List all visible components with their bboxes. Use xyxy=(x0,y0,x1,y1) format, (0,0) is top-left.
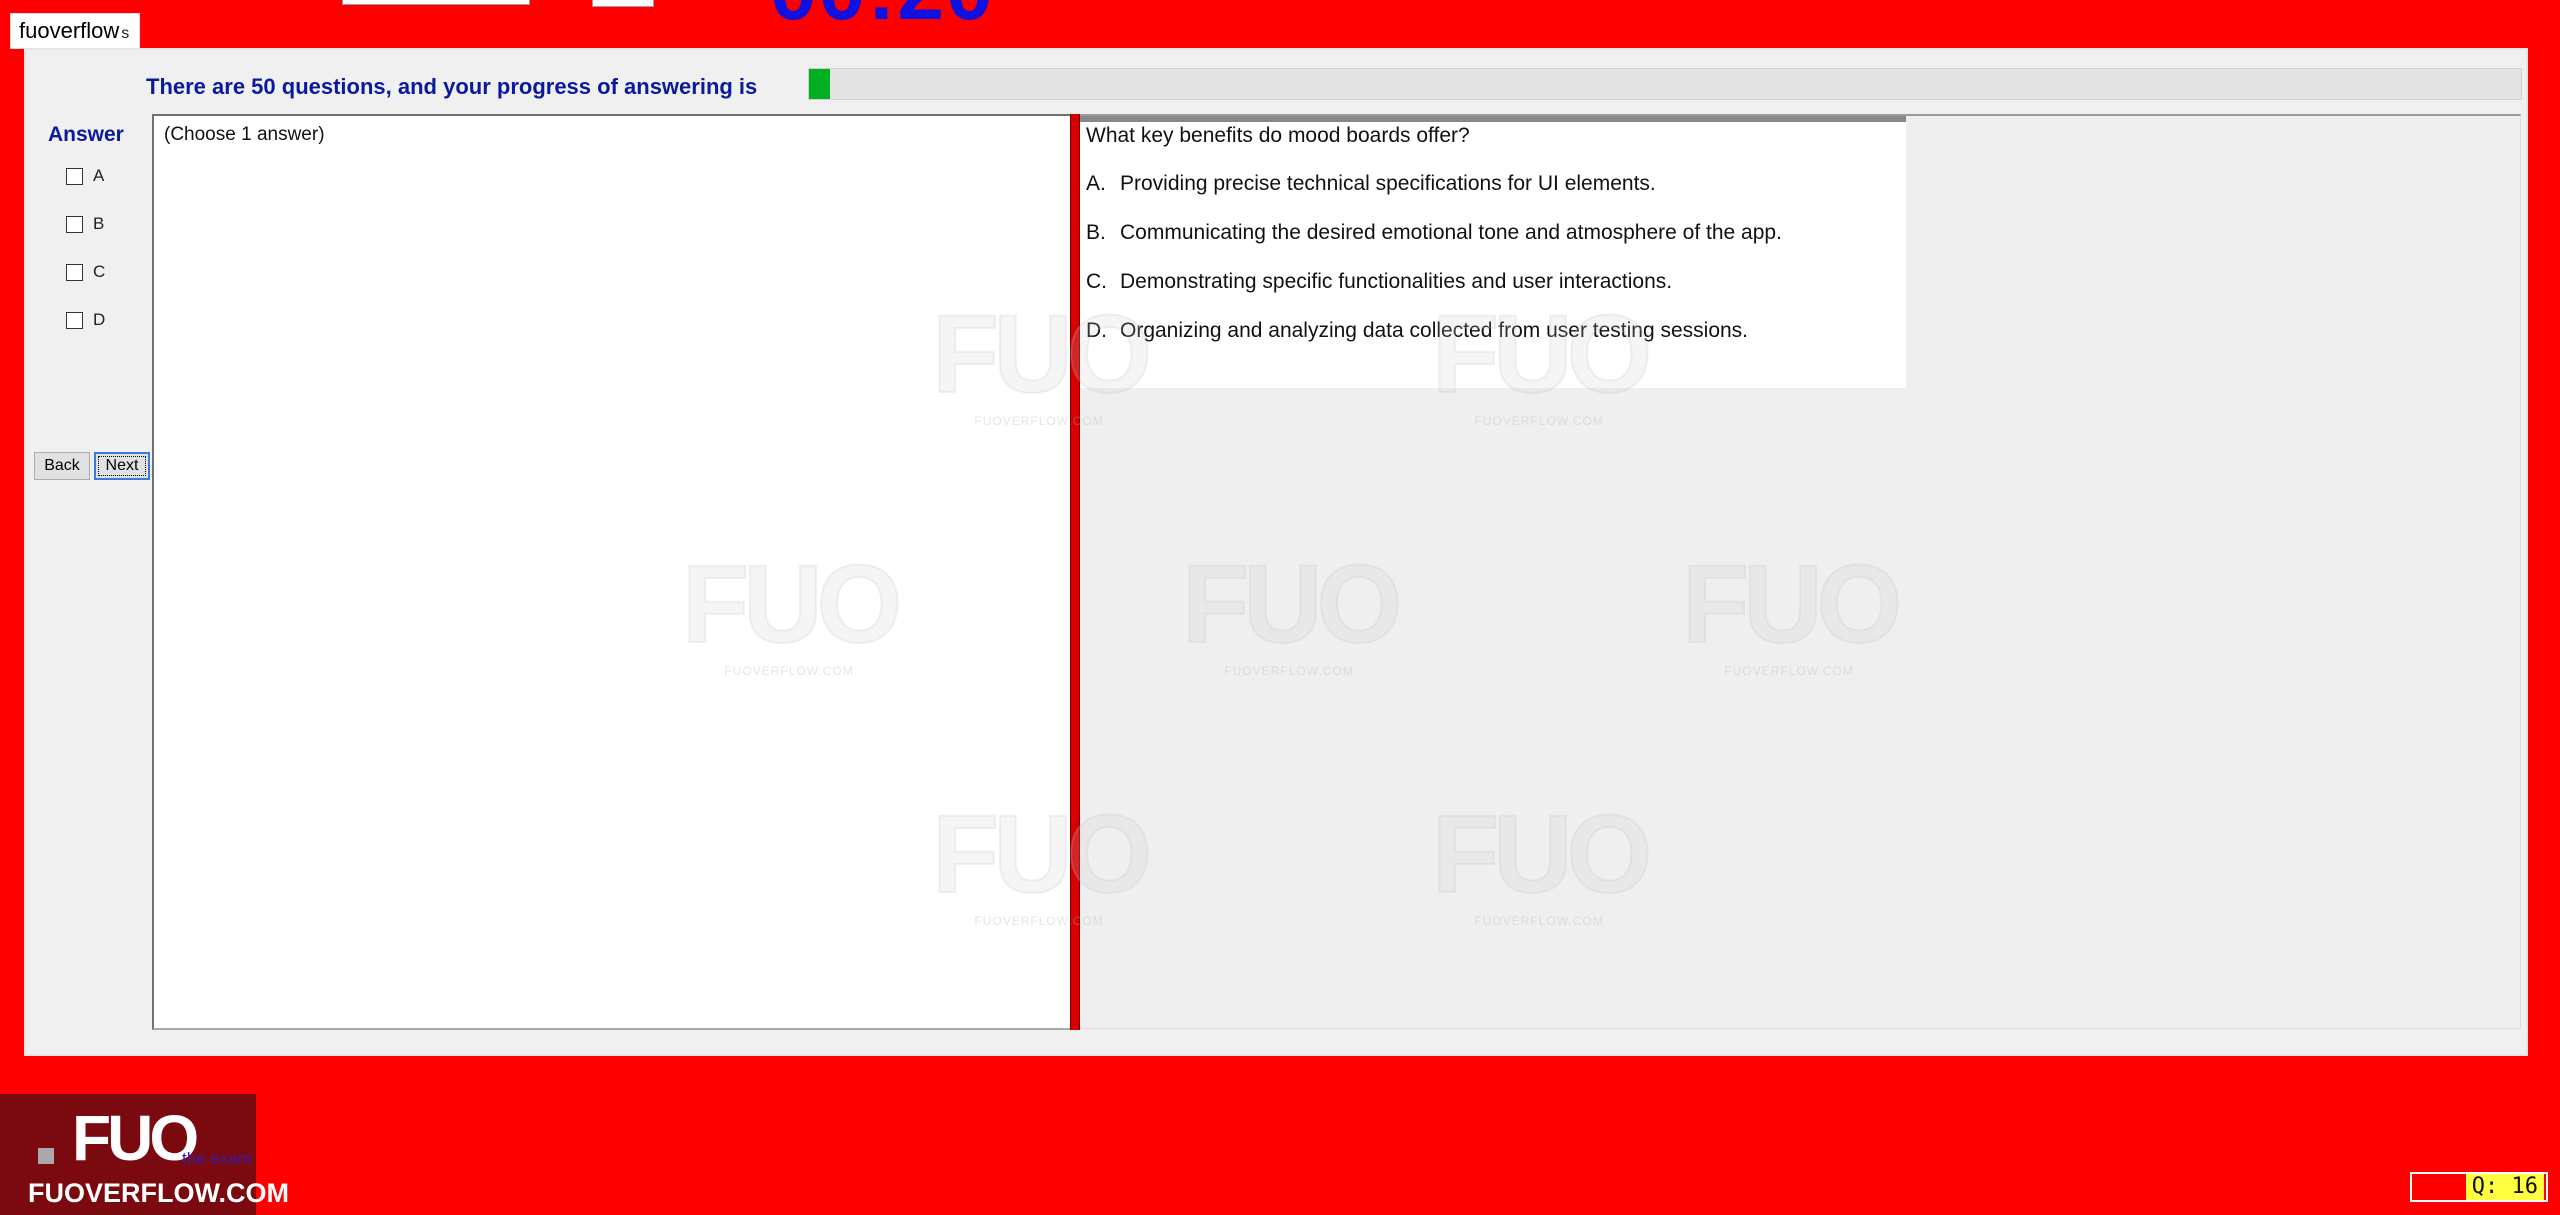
answer-hint: (Choose 1 answer) xyxy=(164,124,325,145)
answer-text-box[interactable]: (Choose 1 answer) xyxy=(152,114,1076,1030)
next-button[interactable]: Next xyxy=(94,452,150,480)
choice-text-b: Communicating the desired emotional tone… xyxy=(1120,221,1782,244)
exam-panel: There are 50 questions, and your progres… xyxy=(24,48,2528,1056)
question-card: What key benefits do mood boards offer? … xyxy=(1080,116,1906,388)
answer-option-a[interactable]: A xyxy=(66,166,104,186)
answer-option-d-label: D xyxy=(93,310,106,329)
logo-text: FUOVERFLOW.COM xyxy=(28,1178,289,1208)
question-text: What key benefits do mood boards offer? xyxy=(1086,124,1470,147)
question-choice-c: C. Demonstrating specific functionalities… xyxy=(1086,270,1672,294)
checkbox-c[interactable] xyxy=(66,263,83,281)
choice-letter-d: D. xyxy=(1086,319,1107,342)
progress-label: There are 50 questions, and your progres… xyxy=(146,74,758,99)
progress-bar-fill xyxy=(809,69,830,99)
question-choice-b: B. Communicating the desired emotional to… xyxy=(1086,221,1782,245)
answer-option-b[interactable]: B xyxy=(66,214,104,234)
answer-option-b-label: B xyxy=(93,214,105,233)
question-counter: Q: 16 xyxy=(2410,1172,2548,1202)
answer-option-c[interactable]: C xyxy=(66,262,105,282)
checkbox-a[interactable] xyxy=(66,167,83,185)
choice-text-c: Demonstrating specific functionalities a… xyxy=(1120,270,1673,293)
finish-checkbox-icon[interactable] xyxy=(38,1148,54,1164)
question-area: What key benefits do mood boards offer? … xyxy=(1080,114,2521,1029)
choice-text-a: Providing precise technical specificatio… xyxy=(1120,172,1656,195)
choice-letter-c: C. xyxy=(1086,270,1107,293)
choice-letter-a: A. xyxy=(1086,172,1106,195)
panel-splitter[interactable] xyxy=(1070,114,1080,1030)
site-tag-label: fuoverflow xyxy=(19,18,120,43)
top-input-field[interactable] xyxy=(342,0,530,5)
logo-mark: FUO xyxy=(72,1102,199,1174)
top-small-field[interactable] xyxy=(592,0,654,7)
answer-option-c-label: C xyxy=(93,262,106,281)
question-choice-a: A. Providing precise technical specificat… xyxy=(1086,172,1656,196)
choice-letter-b: B. xyxy=(1086,221,1106,244)
question-choice-d: D. Organizing and analyzing data collecte… xyxy=(1086,319,1748,343)
site-tag: fuoverflow s xyxy=(10,13,141,49)
countdown-timer: 00:20 xyxy=(770,0,995,39)
finish-exam-link[interactable]: the exam xyxy=(182,1149,252,1169)
site-tag-tail: s xyxy=(121,25,130,42)
choice-text-d: Organizing and analyzing data collected … xyxy=(1120,319,1749,342)
checkbox-d[interactable] xyxy=(66,311,83,329)
back-button[interactable]: Back xyxy=(34,452,90,480)
site-logo: FUO the exam FUOVERFLOW.COM xyxy=(0,1094,289,1215)
progress-bar xyxy=(808,68,2522,100)
question-counter-label: Q: 16 xyxy=(2465,1174,2544,1200)
answer-option-a-label: A xyxy=(93,166,105,185)
answer-title: Answer xyxy=(48,123,124,146)
checkbox-b[interactable] xyxy=(66,215,83,233)
answer-option-d[interactable]: D xyxy=(66,310,105,330)
